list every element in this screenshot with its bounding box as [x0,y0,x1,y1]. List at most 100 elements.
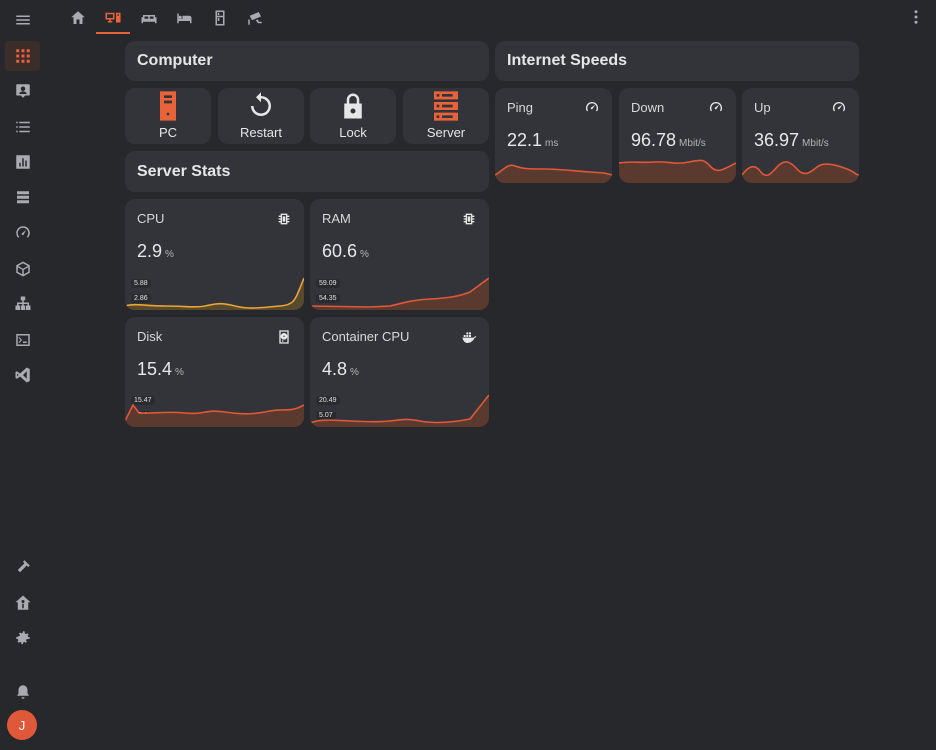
speedometer-icon [585,101,599,112]
menu-toggle-button[interactable] [5,5,40,35]
down-unit: Mbit/s [679,138,706,149]
vscode-icon [15,367,30,383]
desktop-icon [105,12,121,23]
hammer-icon [17,560,30,573]
lock-label: Lock [339,125,367,140]
sitemap-icon [15,296,30,310]
disk-unit: % [175,367,184,378]
sidebar-item-settings[interactable] [5,623,40,653]
up-unit: Mbit/s [802,138,829,149]
restart-icon [243,88,279,123]
disk-value: 15.4% [137,359,184,380]
down-name: Down [631,100,665,115]
sidebar-item-supervisor[interactable] [5,588,40,618]
docker-icon [462,332,477,343]
dots-vertical-icon [914,10,918,24]
sidebar-item-network[interactable] [5,289,40,319]
disk-sensor-card[interactable]: Disk 15.4% 15.47 15.1 [125,317,304,427]
cpu-value-number: 2.9 [137,241,163,261]
lock-button[interactable]: Lock [310,88,396,144]
overflow-menu-button[interactable] [906,7,926,27]
sidebar-item-developer-tools[interactable] [5,552,40,582]
pc-label: PC [158,125,178,140]
up-sensor-card[interactable]: Up 36.97 Mbit/s [742,88,859,183]
ram-sensor-card[interactable]: RAM 60.6% 59.09 54.35 [310,199,489,310]
cpu-name: CPU [137,211,165,226]
server-label: Server [426,125,466,140]
sidebar: J [0,0,45,750]
ping-value: 22.1 ms [507,130,558,151]
avatar[interactable]: J [7,710,37,740]
sidebar-item-vscode[interactable] [5,360,40,390]
sidebar-item-speedtest[interactable] [5,218,40,248]
server-icon [16,191,29,204]
tab-bedroom[interactable] [167,4,201,32]
container-cpu-value: 4.8% [322,359,359,380]
sidebar-item-logbook[interactable] [5,112,40,142]
ram-graph [310,277,489,310]
tower-pc-icon [150,88,186,123]
sidebar-item-notifications[interactable] [5,677,40,707]
disk-value-number: 15.4 [137,359,173,379]
down-sensor-card[interactable]: Down 96.78 Mbit/s [619,88,736,183]
cpu-graph [125,277,304,310]
grid-icon [15,49,30,63]
gauge-icon [15,226,30,238]
gear-icon [15,631,30,644]
cpu-value: 2.9% [137,241,174,262]
sidebar-item-packages[interactable] [5,254,40,284]
package-icon [15,261,30,277]
tab-living-room[interactable] [132,4,166,32]
container-cpu-unit: % [350,367,359,378]
disk-name: Disk [137,329,163,344]
list-icon [15,121,30,133]
speedometer-icon [709,101,723,112]
ping-unit: ms [545,138,559,149]
container-cpu-name: Container CPU [322,329,410,344]
ping-sensor-card[interactable]: Ping 22.1 ms [495,88,612,183]
internet-speeds-title: Internet Speeds [507,52,628,69]
down-graph [619,159,736,183]
hamburger-icon [15,15,30,25]
container-cpu-sensor-card[interactable]: Container CPU 4.8% 20.49 5.07 [310,317,489,427]
down-value-number: 96.78 [631,130,677,150]
server-stats-title: Server Stats [137,162,231,180]
server-icon [428,88,464,123]
restart-button[interactable]: Restart [218,88,304,144]
up-value-number: 36.97 [754,130,800,150]
pc-button[interactable]: PC [125,88,211,144]
ping-value-number: 22.1 [507,130,543,150]
bell-icon [16,685,29,699]
sidebar-item-overview[interactable] [5,41,40,71]
sidebar-item-map[interactable] [5,76,40,106]
bed-icon [177,13,192,24]
ram-unit: % [360,249,369,260]
up-name: Up [754,100,771,115]
up-graph [742,161,859,183]
up-value: 36.97 Mbit/s [754,130,829,151]
ram-name: RAM [322,211,351,226]
ram-value-number: 60.6 [322,241,358,261]
tab-security[interactable] [238,4,272,32]
account-box-icon [15,84,30,98]
container-cpu-graph [310,394,489,427]
ping-graph [495,164,612,183]
server-button[interactable]: Server [403,88,489,144]
tab-home[interactable] [61,4,95,32]
ram-value: 60.6% [322,241,369,262]
tab-computer[interactable] [96,4,130,34]
tab-kitchen[interactable] [203,4,237,32]
lock-icon [335,88,371,123]
sidebar-item-history[interactable] [5,147,40,177]
disk-graph [125,403,304,427]
ping-name: Ping [507,100,534,115]
sofa-icon [141,15,157,24]
computer-heading: Computer [125,41,489,81]
chip-icon [278,213,290,225]
harddisk-icon [279,330,289,344]
restart-label: Restart [240,125,282,140]
sidebar-item-zigbee[interactable] [5,183,40,213]
sidebar-item-terminal[interactable] [5,325,40,355]
cpu-sensor-card[interactable]: CPU 2.9% 5.88 2.86 [125,199,304,310]
home-icon [71,11,85,24]
